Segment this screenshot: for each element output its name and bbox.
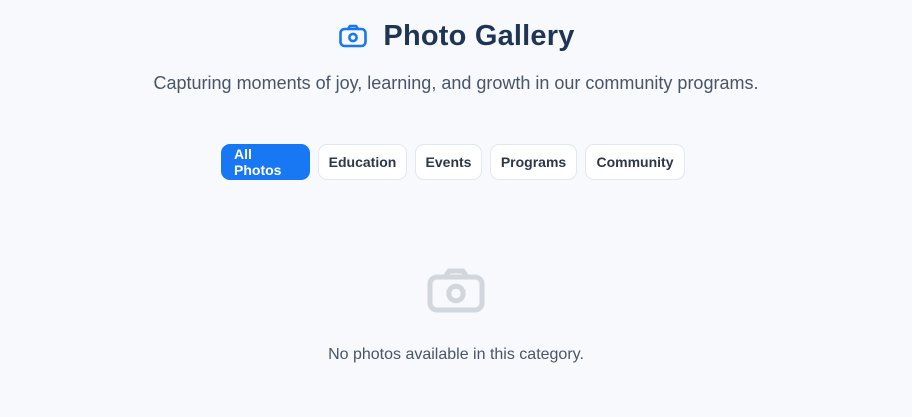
empty-state-message: No photos available in this category. <box>328 346 584 363</box>
filter-community[interactable]: Community <box>585 144 685 180</box>
filter-events[interactable]: Events <box>415 144 482 180</box>
filter-events-label: Events <box>425 154 472 170</box>
empty-state: No photos available in this category. <box>0 264 912 374</box>
camera-icon <box>425 264 487 316</box>
filter-all-photos[interactable]: All Photos <box>221 144 310 180</box>
camera-icon <box>337 20 369 52</box>
gallery-header: Photo Gallery Capturing moments of joy, … <box>0 0 912 120</box>
filter-education[interactable]: Education <box>318 144 407 180</box>
page-subtitle: Capturing moments of joy, learning, and … <box>153 73 759 93</box>
page-title: Photo Gallery <box>383 20 575 52</box>
filter-community-label: Community <box>596 154 674 170</box>
filter-programs-label: Programs <box>500 154 567 170</box>
title-row: Photo Gallery <box>0 16 912 56</box>
filter-tabs: All Photos Education Events Programs Com… <box>221 144 685 180</box>
filter-education-label: Education <box>328 154 397 170</box>
filter-all-photos-label: All Photos <box>234 146 282 178</box>
filter-programs[interactable]: Programs <box>490 144 577 180</box>
